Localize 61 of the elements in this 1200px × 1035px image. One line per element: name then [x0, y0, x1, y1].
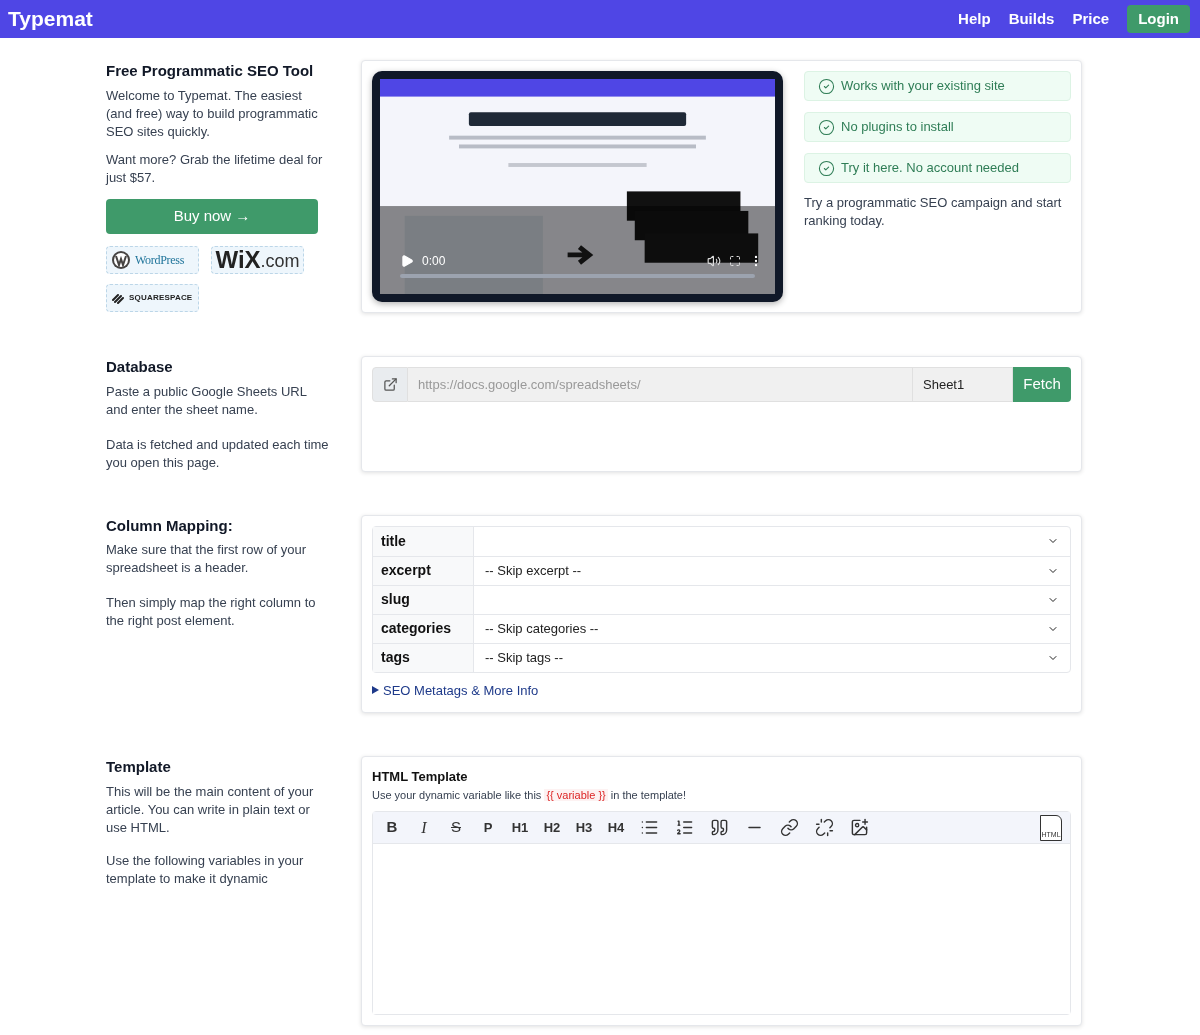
- check-icon: [818, 118, 835, 136]
- url-field[interactable]: https://docs.google.com/spreadsheets/: [408, 367, 913, 402]
- editor-hint: Use your dynamic variable like this {{ variable }} in the template!: [372, 787, 688, 803]
- nav-link[interactable]: Help: [958, 7, 991, 31]
- format-button[interactable]: I: [413, 815, 435, 840]
- description-text: Paste a public Google Sheets URL and enter the sheet name.: [106, 382, 308, 419]
- field-label: slug: [373, 585, 474, 614]
- description-text: Data is fetched and updated each time you open this page.: [106, 435, 329, 472]
- description-text: Want more? Grab the lifetime deal for just $57.: [106, 150, 324, 187]
- format-button[interactable]: H3: [573, 817, 595, 838]
- section-title: Database: [106, 357, 174, 377]
- wix-logo: WiX.com: [211, 245, 304, 274]
- format-button[interactable]: B: [381, 816, 403, 839]
- field-label: categories: [373, 614, 474, 643]
- video-progress-track[interactable]: [400, 274, 755, 278]
- description-text: Make sure that the first row of your spreadsheet is a header.: [106, 541, 308, 577]
- wordpress-icon: [111, 249, 131, 270]
- format-button[interactable]: P: [477, 817, 499, 838]
- nav-link[interactable]: Builds: [1008, 7, 1055, 31]
- play-icon[interactable]: [400, 254, 414, 268]
- format-button[interactable]: H4: [605, 817, 627, 838]
- column-select[interactable]: -- Skip categories --: [474, 614, 1070, 643]
- numbered-list-icon[interactable]: [675, 818, 694, 837]
- squarespace-logo: SQUARESPACE: [106, 283, 199, 312]
- volume-icon[interactable]: [707, 254, 721, 268]
- bullet-list-icon[interactable]: [640, 818, 659, 837]
- description-text: Then simply map the right column to the right post element.: [106, 594, 317, 630]
- check-icon: [818, 159, 835, 177]
- format-button[interactable]: H2: [541, 817, 563, 838]
- column-select[interactable]: -- Skip tags --: [474, 643, 1070, 672]
- squarespace-icon: [111, 291, 125, 304]
- feature-badge: Try it here. No account needed: [804, 153, 1071, 183]
- external-link-icon: [382, 377, 398, 392]
- section-title: Template: [106, 757, 172, 777]
- sheet-name-field[interactable]: Sheet1: [913, 367, 1013, 402]
- brand-logo[interactable]: Typemat: [8, 3, 93, 35]
- format-button[interactable]: H1: [509, 817, 531, 838]
- unlink-icon[interactable]: [815, 818, 834, 837]
- video-time: 0:00: [422, 253, 446, 270]
- tagline-text: Try a programmatic SEO campaign and start ranking today.: [804, 194, 1063, 230]
- field-label: tags: [373, 643, 474, 672]
- details-toggle-link[interactable]: SEO Metatags & More Info: [383, 680, 539, 700]
- description-text: Use the following variables in your template to make it dynamic: [106, 851, 305, 888]
- fullscreen-icon[interactable]: [729, 255, 741, 267]
- section-title: Column Mapping:: [106, 515, 234, 536]
- feature-badge: No plugins to install: [804, 112, 1071, 142]
- editor-title: HTML Template: [372, 768, 469, 786]
- description-text: Welcome to Typemat. The easiest (and free) way to build programmatic SEO sites quickly.: [106, 86, 319, 141]
- format-button[interactable]: S: [445, 816, 467, 839]
- nav-link[interactable]: Price: [1072, 7, 1110, 31]
- feature-badge: Works with your existing site: [804, 71, 1071, 101]
- description-text: This will be the main content of your article. You can write in plain text or use HTML.: [106, 782, 315, 837]
- section-title: Free Programmatic SEO Tool: [106, 61, 315, 81]
- column-select[interactable]: -- Skip excerpt --: [474, 556, 1070, 585]
- field-label: title: [373, 526, 474, 556]
- check-icon: [818, 77, 835, 95]
- wordpress-logo: WordPress: [106, 245, 199, 274]
- quote-icon[interactable]: [710, 818, 729, 837]
- link-icon[interactable]: [780, 818, 799, 837]
- image-plus-icon[interactable]: [850, 818, 869, 837]
- field-label: excerpt: [373, 556, 474, 585]
